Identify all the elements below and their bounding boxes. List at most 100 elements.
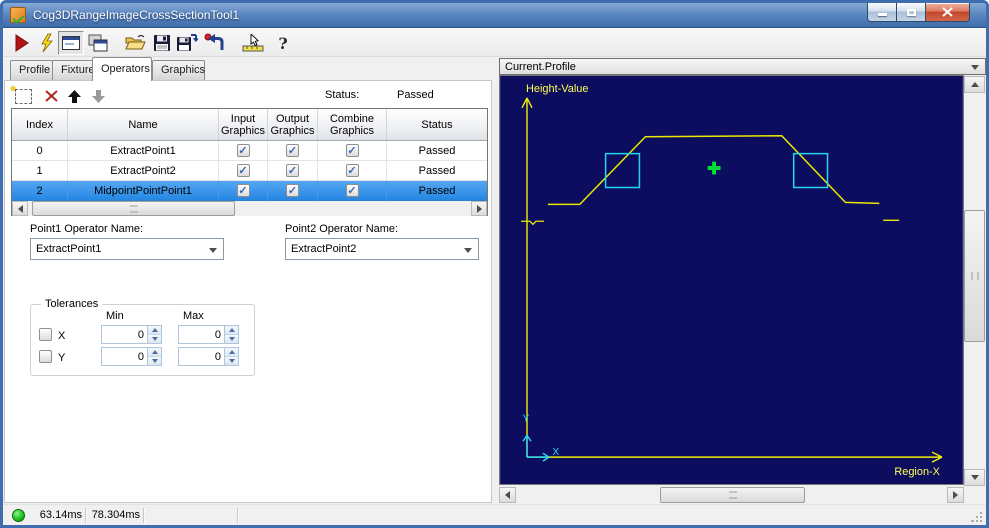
run-button[interactable] — [9, 32, 33, 54]
cell-output-graphics — [268, 181, 318, 201]
lightning-icon — [41, 33, 53, 53]
maximize-button[interactable] — [896, 3, 926, 22]
point1-operator-combo[interactable]: ExtractPoint1 — [30, 238, 224, 260]
tolerances-group: Tolerances Min Max X 0 0 Y 0 0 — [30, 298, 255, 376]
scroll-right-button[interactable] — [471, 201, 487, 216]
spinner-up-icon — [148, 326, 161, 335]
col-input-graphics[interactable]: Input Graphics — [219, 109, 268, 140]
profile-selector-combo[interactable]: Current.Profile — [499, 58, 986, 75]
cell-combine-graphics — [318, 181, 387, 201]
cell-name: ExtractPoint2 — [68, 161, 219, 181]
tab-fixture[interactable]: Fixture — [52, 60, 95, 80]
tolerance-y-label: Y — [58, 352, 66, 364]
scroll-thumb[interactable] — [32, 201, 235, 216]
output-graphics-checkbox[interactable] — [286, 144, 299, 157]
cell-output-graphics — [268, 141, 318, 161]
embedded-window-button[interactable] — [58, 31, 84, 55]
tolerance-x-checkbox[interactable] — [39, 328, 52, 341]
tolerance-y-checkbox[interactable] — [39, 350, 52, 363]
tolerance-y-max-spinner[interactable]: 0 — [178, 347, 239, 366]
operator-row[interactable]: 2 MidpointPointPoint1 Passed — [12, 181, 487, 201]
chart-ylabel: Height-Value — [526, 83, 588, 95]
help-button[interactable]: ? — [271, 32, 295, 54]
profile-chart[interactable]: Height-Value Region-X Y X — [499, 75, 964, 485]
combine-graphics-checkbox[interactable] — [345, 184, 359, 197]
point2-operator-combo[interactable]: ExtractPoint2 — [285, 238, 479, 260]
arrow-down-icon — [91, 89, 105, 103]
col-combine-graphics[interactable]: Combine Graphics — [318, 109, 387, 140]
operators-toolbar: * Status: Passed — [5, 81, 491, 108]
chevron-down-icon — [464, 248, 472, 253]
chart-hscrollbar[interactable] — [499, 487, 964, 503]
open-file-button[interactable] — [123, 32, 147, 54]
resize-grip[interactable] — [971, 510, 983, 522]
tolerance-y-min-spinner[interactable]: 0 — [101, 347, 162, 366]
run-icon — [15, 34, 29, 52]
tab-operators[interactable]: Operators — [92, 57, 152, 81]
combine-graphics-checkbox[interactable] — [345, 164, 359, 177]
close-button[interactable] — [925, 3, 970, 22]
input-graphics-checkbox[interactable] — [236, 184, 250, 197]
tab-profile[interactable]: Profile — [10, 60, 53, 80]
scroll-left-button[interactable] — [499, 487, 516, 503]
combine-graphics-checkbox[interactable] — [345, 144, 359, 157]
run-lightning-button[interactable] — [35, 32, 59, 54]
output-graphics-checkbox[interactable] — [286, 184, 299, 197]
run-status-indicator — [12, 509, 25, 522]
cell-input-graphics — [219, 161, 268, 181]
save-as-button[interactable] — [175, 32, 199, 54]
col-output-graphics[interactable]: Output Graphics — [268, 109, 318, 140]
maximize-icon — [906, 8, 916, 16]
mini-axis-y-label: Y — [523, 413, 530, 424]
scroll-right-icon — [476, 204, 482, 213]
save-icon — [154, 35, 170, 51]
tool-window: Cog3DRangeImageCrossSectionTool1 ? Profi… — [0, 0, 989, 528]
chart-vscrollbar[interactable] — [964, 76, 985, 486]
scroll-up-button[interactable] — [964, 76, 985, 93]
scroll-down-button[interactable] — [964, 469, 985, 486]
cell-combine-graphics — [318, 161, 387, 181]
scroll-thumb[interactable] — [964, 210, 985, 342]
input-graphics-checkbox[interactable] — [236, 144, 250, 157]
minimize-icon — [877, 12, 887, 16]
scroll-left-icon — [17, 204, 23, 213]
title-bar[interactable]: Cog3DRangeImageCrossSectionTool1 — [3, 3, 986, 28]
table-hscrollbar[interactable] — [12, 201, 487, 216]
reset-button[interactable] — [203, 32, 227, 54]
scroll-up-icon — [970, 82, 979, 87]
output-graphics-checkbox[interactable] — [286, 164, 299, 177]
input-graphics-checkbox[interactable] — [236, 164, 250, 177]
move-down-button[interactable] — [88, 87, 108, 105]
spinner-down-icon — [225, 335, 238, 343]
tab-graphics[interactable]: Graphics — [152, 60, 205, 80]
arrow-up-icon — [67, 89, 81, 103]
reset-icon — [204, 33, 224, 50]
minimize-button[interactable] — [867, 3, 897, 22]
save-button[interactable] — [150, 32, 174, 54]
tolerance-x-max-spinner[interactable]: 0 — [178, 325, 239, 344]
scroll-thumb[interactable] — [660, 487, 805, 503]
operator-row[interactable]: 0 ExtractPoint1 Passed — [12, 141, 487, 161]
chevron-down-icon — [209, 248, 217, 253]
col-name[interactable]: Name — [68, 109, 219, 140]
floating-window-button[interactable] — [86, 32, 110, 54]
move-up-button[interactable] — [64, 87, 84, 105]
help-icon: ? — [278, 33, 288, 53]
table-rows: 0 ExtractPoint1 Passed 1 ExtractPoint2 P… — [12, 141, 487, 201]
open-folder-icon — [125, 34, 146, 50]
pointer-tool-button[interactable] — [241, 32, 265, 54]
cell-combine-graphics — [318, 141, 387, 161]
profile-panel: Current.Profile Height-Value Region-X Y … — [499, 57, 986, 504]
scroll-left-button[interactable] — [12, 201, 28, 216]
status-label: Status: — [325, 89, 360, 101]
operators-page: * Status: Passed Index Name Input Graphi… — [4, 80, 492, 503]
tolerance-x-min-spinner[interactable]: 0 — [101, 325, 162, 344]
cell-status: Passed — [387, 181, 487, 201]
delete-operator-button[interactable] — [41, 87, 61, 105]
col-status[interactable]: Status — [387, 109, 487, 140]
operator-row[interactable]: 1 ExtractPoint2 Passed — [12, 161, 487, 181]
col-index[interactable]: Index — [12, 109, 68, 140]
main-toolbar: ? — [3, 28, 986, 57]
add-operator-button[interactable]: * — [11, 83, 33, 105]
scroll-right-button[interactable] — [947, 487, 964, 503]
